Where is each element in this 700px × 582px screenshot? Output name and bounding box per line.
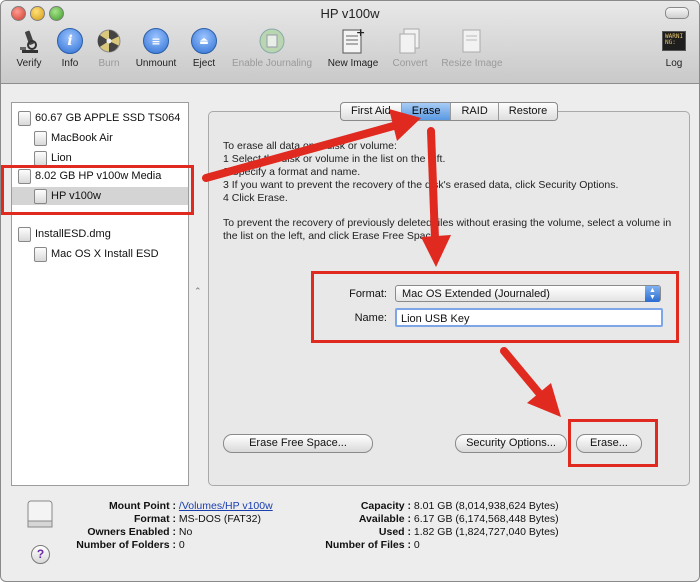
eject-icon: ⏏ [189,27,219,55]
volume-icon [34,130,47,146]
resize-image-icon [457,27,487,55]
disk-utility-window: HP v100w Verify i Info Burn ≡ Unmount ⏏ … [0,0,700,582]
window-title: HP v100w [320,6,380,21]
disk-item-installesd[interactable]: InstallESD.dmg [18,225,111,243]
info-icon: i [55,27,85,55]
log-icon: WARNI NG: [659,27,689,55]
info-right: Capacity : 8.01 GB (8,014,938,624 Bytes)… [325,500,559,551]
enable-journaling-button[interactable]: Enable Journaling [226,27,318,69]
svg-text:+: + [356,27,365,39]
erase-free-space-button[interactable]: Erase Free Space... [223,434,373,453]
tab-restore[interactable]: Restore [499,103,558,120]
burn-icon [94,27,124,55]
verify-button[interactable]: Verify [9,27,49,69]
new-image-icon: + [338,27,368,55]
log-button[interactable]: WARNI NG: Log [659,27,689,69]
mount-point-link[interactable]: /Volumes/HP v100w [179,500,273,512]
tab-erase[interactable]: Erase [401,103,452,120]
volume-icon [34,150,47,166]
volume-item-mac-os-install[interactable]: Mac OS X Install ESD [34,245,159,263]
volume-item-macbook-air[interactable]: MacBook Air [34,129,113,147]
title-bar: HP v100w Verify i Info Burn ≡ Unmount ⏏ … [1,1,699,84]
info-button[interactable]: i Info [54,27,86,69]
annotation-box-usb-drive [1,165,194,215]
erase-instructions: To erase all data on a disk or volume: 1… [223,140,619,204]
hard-drive-icon [18,110,31,126]
volume-icon [34,246,47,262]
eject-button[interactable]: ⏏ Eject [188,27,220,69]
tab-raid[interactable]: RAID [451,103,499,120]
microscope-icon [14,27,44,55]
new-image-button[interactable]: + New Image [323,27,383,69]
burn-button[interactable]: Burn [93,27,125,69]
convert-icon [395,27,425,55]
resize-image-button[interactable]: Resize Image [437,27,507,69]
tab-first-aid[interactable]: First Aid [341,103,402,120]
erase-free-space-note: To prevent the recovery of previously de… [223,217,672,242]
unmount-button[interactable]: ≡ Unmount [130,27,182,69]
unmount-icon: ≡ [141,27,171,55]
disk-item-apple-ssd[interactable]: 60.67 GB APPLE SSD TS064 [18,109,180,127]
annotation-box-format-name [311,271,679,343]
security-options-button[interactable]: Security Options... [455,434,567,453]
journaling-icon [257,27,287,55]
info-left: Mount Point : /Volumes/HP v100w Format :… [76,500,273,551]
convert-button[interactable]: Convert [388,27,432,69]
disk-list[interactable]: 60.67 GB APPLE SSD TS064 MacBook Air Lio… [11,102,189,486]
tab-bar: First Aid Erase RAID Restore [340,102,559,121]
disk-image-icon [18,226,31,242]
annotation-box-erase-button [568,419,658,467]
splitter-handle[interactable]: ⌃ [194,286,202,297]
toolbar-toggle-button[interactable] [665,7,689,19]
